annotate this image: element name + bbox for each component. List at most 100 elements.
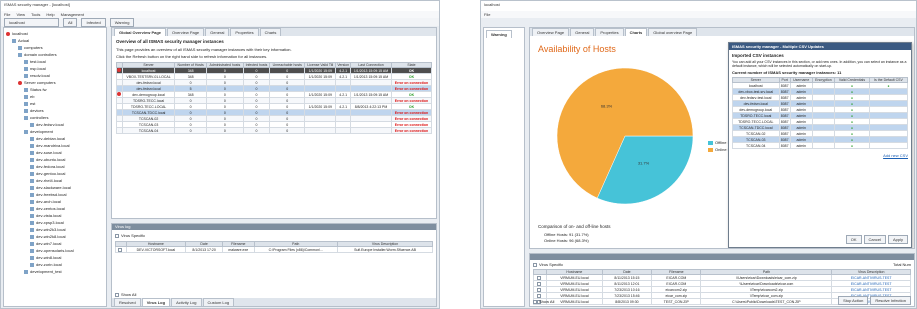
menu-item-file[interactable]: File — [484, 12, 490, 17]
table-row[interactable]: TCSCAN-04 0 0 0 0 Error on connection — [116, 127, 433, 134]
column-header[interactable]: Valid Credentials — [834, 77, 870, 83]
apply-button[interactable]: Apply — [887, 235, 908, 244]
tab-4[interactable]: Charts — [259, 28, 282, 36]
tab-3[interactable]: Properties — [230, 28, 259, 36]
tree-item[interactable]: nsp.local — [6, 65, 104, 72]
column-header[interactable]: Administrated hosts — [205, 62, 244, 68]
row-checkbox[interactable] — [117, 247, 122, 252]
tab-4[interactable]: Global overview Page — [648, 28, 698, 36]
tab-1[interactable]: Virus Log — [141, 298, 171, 306]
tree-item[interactable]: computers — [6, 44, 104, 51]
tab-2[interactable]: Properties — [595, 28, 624, 36]
tree-item[interactable]: resolv.local — [6, 72, 104, 79]
column-header[interactable]: Is the Default CSV — [868, 77, 909, 83]
tree-item-label: computers — [24, 45, 43, 50]
tree-item[interactable]: dev-gentoo.local — [6, 170, 104, 177]
tree-item[interactable]: Actual — [6, 37, 104, 44]
tree-item[interactable]: localhost — [6, 30, 104, 37]
table-cell: ● — [834, 142, 870, 149]
tree-item[interactable]: dev-mandriva.local — [6, 142, 104, 149]
tree-item[interactable]: dev-xpsp3.local — [6, 219, 104, 226]
tree-item[interactable]: dev-win7.local — [6, 240, 104, 247]
tree-item[interactable]: Server computers — [6, 79, 104, 86]
menu-item-management[interactable]: Management — [61, 12, 84, 17]
tab-2[interactable]: Activity Log — [171, 298, 202, 306]
stop-action-button[interactable]: Stop Action — [838, 296, 869, 305]
right-window: localhost File Warning Overview Page Gene… — [480, 0, 917, 309]
tree-item[interactable]: dev-fedora.local — [6, 163, 104, 170]
warning-filter-button[interactable]: Warning — [109, 17, 135, 27]
tree-item[interactable]: dev-vista.local — [6, 212, 104, 219]
tree-item[interactable]: dev-ubuntu.local — [6, 156, 104, 163]
tab-0[interactable]: Resolved — [114, 298, 141, 306]
tree-item[interactable]: devices — [6, 107, 104, 114]
tree-item[interactable]: dev-win2k3.local — [6, 226, 104, 233]
tree-item[interactable]: controllers — [6, 114, 104, 121]
tree-item[interactable]: Status fw — [6, 86, 104, 93]
tree-item[interactable]: dev-opensolaris.local — [6, 247, 104, 254]
tree-item-label: dev-arch.local — [36, 199, 61, 204]
add-csv-link[interactable]: Add new CSV — [732, 153, 908, 158]
tree-item[interactable]: development — [6, 128, 104, 135]
menu-item-tools[interactable]: Tools — [31, 12, 40, 17]
menu-item-view[interactable]: View — [16, 12, 25, 17]
tree-item[interactable]: dev-rhel4.local — [6, 177, 104, 184]
virus-specific-checkbox-right[interactable] — [533, 262, 537, 267]
folder-icon — [30, 227, 34, 232]
folder-icon — [24, 115, 28, 120]
tree-item[interactable]: dev-win2k8.local — [6, 233, 104, 240]
tree-item[interactable]: dev-slackware.local — [6, 184, 104, 191]
column-header[interactable]: Encryption — [811, 77, 836, 83]
tree-item[interactable]: dev-zorin.local — [6, 261, 104, 268]
resolve-infection-button[interactable]: Resolve Infection — [870, 296, 911, 305]
table-row[interactable]: DEV-VICTORSOFT.local 8/1/2013 17:20 malwar… — [115, 246, 433, 253]
cancel-button[interactable]: Cancel — [863, 235, 886, 244]
virus-specific-checkbox[interactable] — [115, 233, 119, 238]
tree-item[interactable]: test.local — [6, 58, 104, 65]
all-filter-button[interactable]: All — [63, 17, 78, 27]
tab-0[interactable]: Overview Page — [532, 28, 570, 36]
column-header[interactable]: Version — [335, 62, 352, 68]
row-checkbox[interactable] — [537, 281, 542, 286]
tab-3[interactable]: Custom Log — [202, 298, 235, 306]
tab-0[interactable]: Global Overview Page — [114, 28, 167, 36]
tree-item[interactable]: domain controllers — [6, 51, 104, 58]
alert-icon — [117, 92, 122, 96]
tree-item-label: dev-win7.local — [36, 241, 62, 246]
tree-item[interactable]: est — [6, 100, 104, 107]
tab-2[interactable]: General — [205, 28, 230, 36]
show-all-checkbox-right[interactable] — [533, 299, 537, 304]
infected-filter-button[interactable]: Infected — [81, 17, 106, 27]
column-header[interactable]: Unreachable hosts — [269, 62, 306, 68]
tree-item[interactable]: dev-suse.local — [6, 149, 104, 156]
warning-tab[interactable]: Warning — [486, 30, 512, 38]
show-all-checkbox[interactable] — [115, 292, 119, 297]
tree-item[interactable]: development_test — [6, 268, 104, 275]
column-header[interactable]: License Valid Till — [304, 62, 337, 68]
tree-item[interactable]: dev-win8.local — [6, 254, 104, 261]
tree-item[interactable]: dev-centos.local — [6, 205, 104, 212]
server-select[interactable]: localhost — [4, 17, 59, 27]
column-header[interactable]: Number of Hosts — [174, 62, 207, 68]
table-row[interactable]: TCSCAN-04 8087 admin ● — [732, 142, 909, 149]
menu-item-file[interactable]: File — [4, 12, 10, 17]
tab-3[interactable]: Charts — [624, 28, 648, 36]
folder-icon — [12, 38, 16, 43]
tree-item[interactable]: dev-arch.local — [6, 198, 104, 205]
row-checkbox[interactable] — [537, 287, 542, 292]
tree-item-label: dev-debian.local — [36, 136, 66, 141]
tree-item[interactable]: dev-fedsrv.local — [6, 121, 104, 128]
tree-item[interactable]: eb — [6, 93, 104, 100]
tab-1[interactable]: Overview Page — [167, 28, 205, 36]
row-checkbox[interactable] — [537, 275, 542, 280]
column-header[interactable]: Username — [789, 77, 813, 83]
column-header[interactable]: Infected hosts — [242, 62, 271, 68]
tree-item-label: controllers — [30, 115, 49, 120]
ok-button[interactable]: OK — [845, 235, 862, 244]
menu-item-help[interactable]: Help — [46, 12, 54, 17]
tab-1[interactable]: General — [570, 28, 595, 36]
tree-item[interactable]: dev-debian.local — [6, 135, 104, 142]
tree-item[interactable]: dev-freebsd.local — [6, 191, 104, 198]
folder-icon — [24, 108, 28, 113]
row-checkbox[interactable] — [537, 293, 542, 298]
